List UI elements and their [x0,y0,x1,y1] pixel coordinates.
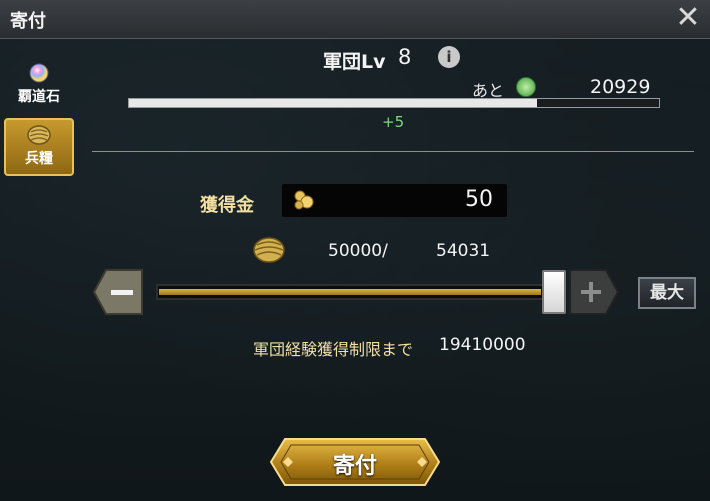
experience-progress-fill [129,99,538,107]
gold-coins-icon [294,190,314,210]
level-gain-text: +5 [382,113,405,131]
sidebar-item-label: 覇道石 [18,89,60,105]
gold-value-box: 50 [282,184,507,217]
legion-level-value: 8 [398,45,412,69]
gem-icon [29,63,49,83]
donate-button-label: 寄付 [332,454,377,479]
remaining-value: 20929 [590,76,651,98]
minus-icon [92,269,143,315]
experience-limit-label: 軍団経験獲得制限まで [253,340,414,359]
amount-slider-thumb[interactable] [542,270,566,314]
provisions-current: 50000/ [328,241,388,261]
info-icon[interactable]: i [438,46,460,68]
sidebar-item-provisions[interactable]: 兵糧 [4,118,74,176]
window-title: 寄付 [10,11,46,32]
donate-button[interactable]: 寄付 [269,437,441,487]
provisions-icon [27,125,51,145]
amount-slider-track[interactable] [156,284,560,300]
plus-icon [569,269,620,315]
gold-label: 獲得金 [200,195,254,216]
amount-slider-fill [159,289,541,295]
divider [92,151,694,152]
experience-limit-value: 19410000 [439,335,526,355]
experience-progress-bar [128,98,660,108]
gold-value: 50 [465,187,493,212]
increase-button[interactable] [568,268,620,316]
legion-level-label: 軍団Lv [323,51,386,73]
sidebar-item-gem[interactable]: 覇道石 [4,62,74,118]
provisions-max: 54031 [436,241,491,261]
max-button[interactable]: 最大 [638,277,696,309]
sidebar-item-label: 兵糧 [25,151,53,167]
decrease-button[interactable] [92,268,144,316]
title-bar: 寄付 ✕ [0,0,710,39]
experience-coin-icon [516,77,536,97]
provisions-icon [253,237,285,263]
close-icon[interactable]: ✕ [672,2,704,34]
